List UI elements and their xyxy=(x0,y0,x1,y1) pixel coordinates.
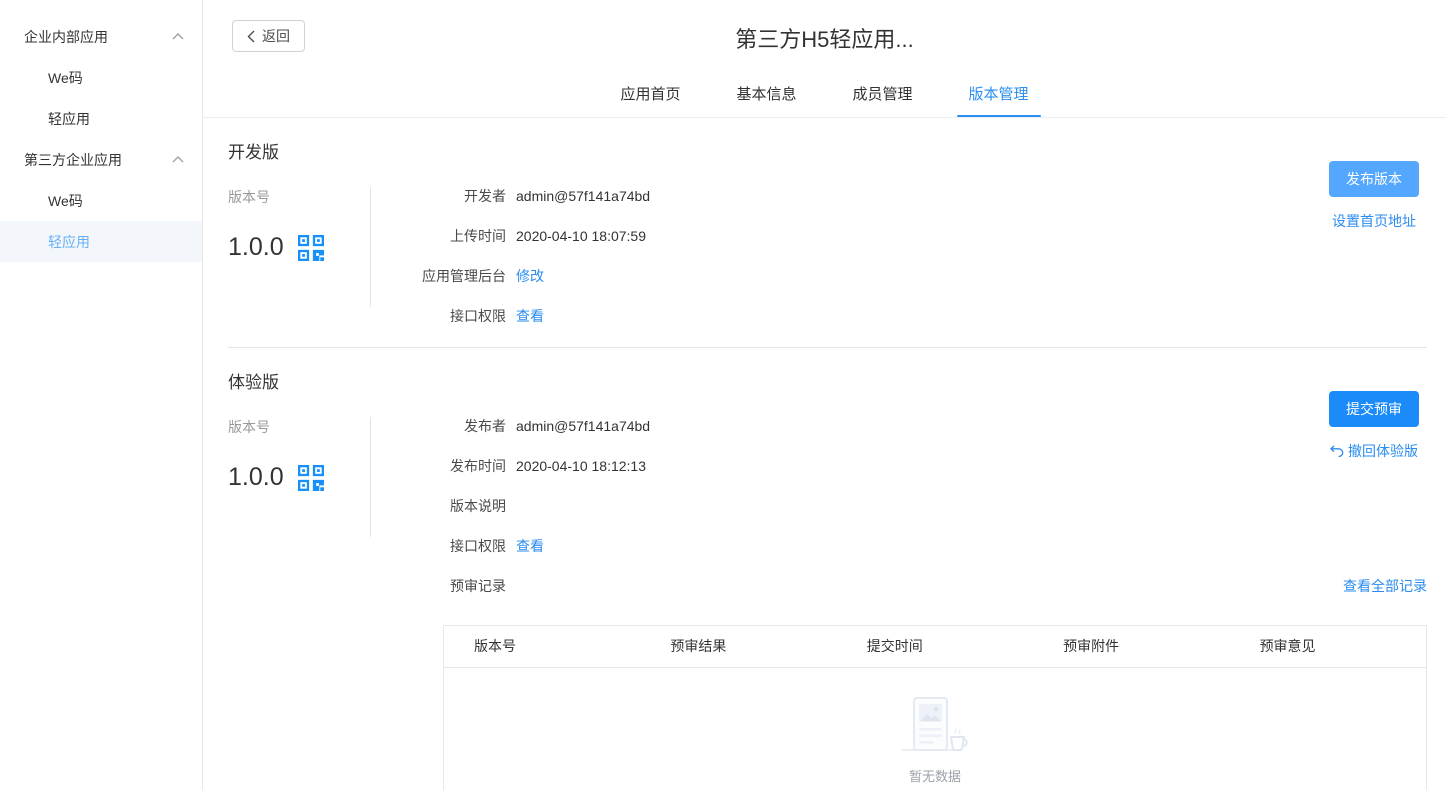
chevron-up-icon xyxy=(172,33,184,40)
sidebar-item-label: 轻应用 xyxy=(48,109,90,129)
qr-code-icon[interactable] xyxy=(298,465,324,491)
field-label: 开发者 xyxy=(371,183,506,210)
version-number-label: 版本号 xyxy=(228,187,370,207)
field-label: 发布时间 xyxy=(371,453,506,480)
sidebar-item-label: We码 xyxy=(48,68,83,88)
set-homepage-link[interactable]: 设置首页地址 xyxy=(1332,211,1416,231)
view-permissions-link[interactable]: 查看 xyxy=(516,303,544,330)
upload-time-value: 2020-04-10 18:07:59 xyxy=(516,223,646,250)
tab-version-management[interactable]: 版本管理 xyxy=(941,77,1057,117)
version-number: 1.0.0 xyxy=(228,233,284,262)
modify-link[interactable]: 修改 xyxy=(516,263,544,290)
review-records-table: 版本号 预审结果 提交时间 预审附件 预审意见 xyxy=(443,625,1427,790)
publish-version-button[interactable]: 发布版本 xyxy=(1329,161,1419,197)
table-header-row: 版本号 预审结果 提交时间 预审附件 预审意见 xyxy=(444,626,1426,667)
sidebar-group-label: 第三方企业应用 xyxy=(24,150,122,170)
exp-details: 发布者 admin@57f141a74bd 发布时间 2020-04-10 18:1… xyxy=(371,413,1446,613)
field-label: 版本说明 xyxy=(371,493,506,520)
empty-state: 暂无数据 xyxy=(444,667,1426,790)
version-number: 1.0.0 xyxy=(228,463,284,492)
field-label: 上传时间 xyxy=(371,223,506,250)
sidebar-item-lightapp-thirdparty[interactable]: 轻应用 xyxy=(0,221,202,262)
page-header: 返回 第三方H5轻应用... 应用首页 基本信息 成员管理 版本管理 xyxy=(203,0,1446,118)
no-data-illustration-icon xyxy=(890,695,980,757)
version-number-label: 版本号 xyxy=(228,417,370,437)
sidebar-item-lightapp-internal[interactable]: 轻应用 xyxy=(0,98,202,139)
field-label: 接口权限 xyxy=(371,533,506,560)
sidebar-item-label: 轻应用 xyxy=(48,232,90,252)
field-label: 接口权限 xyxy=(371,303,506,330)
empty-text: 暂无数据 xyxy=(444,766,1426,785)
sidebar-group-label: 企业内部应用 xyxy=(24,27,108,47)
col-review-result: 预审结果 xyxy=(640,626,836,667)
app-window: 企业内部应用 We码 轻应用 第三方企业应用 We码 轻应用 xyxy=(0,0,1446,790)
main-content: 返回 第三方H5轻应用... 应用首页 基本信息 成员管理 版本管理 开发版 版… xyxy=(203,0,1446,790)
sidebar-item-label: We码 xyxy=(48,191,83,211)
publish-time-value: 2020-04-10 18:12:13 xyxy=(516,453,646,480)
dev-version-section: 开发版 版本号 1.0.0 xyxy=(203,118,1446,343)
sidebar-group-thirdparty-apps[interactable]: 第三方企业应用 xyxy=(0,139,202,180)
sidebar-item-weima-thirdparty[interactable]: We码 xyxy=(0,180,202,221)
sidebar-group-internal-apps[interactable]: 企业内部应用 xyxy=(0,16,202,57)
experience-version-section: 体验版 版本号 1.0.0 xyxy=(203,348,1446,790)
submit-review-button[interactable]: 提交预审 xyxy=(1329,391,1419,427)
dev-details: 开发者 admin@57f141a74bd 上传时间 2020-04-10 18:0… xyxy=(371,183,1446,343)
tab-basic-info[interactable]: 基本信息 xyxy=(708,77,824,117)
withdraw-experience-link[interactable]: 撤回体验版 xyxy=(1348,441,1418,461)
field-label: 发布者 xyxy=(371,413,506,440)
version-column: 版本号 1.0.0 xyxy=(228,413,370,613)
version-column: 版本号 1.0.0 xyxy=(228,183,370,343)
view-all-records-link[interactable]: 查看全部记录 xyxy=(1343,573,1427,600)
view-permissions-link[interactable]: 查看 xyxy=(516,533,544,560)
dev-actions: 发布版本 设置首页地址 xyxy=(1319,161,1429,231)
tab-bar: 应用首页 基本信息 成员管理 版本管理 xyxy=(203,77,1446,117)
chevron-up-icon xyxy=(172,156,184,163)
sidebar: 企业内部应用 We码 轻应用 第三方企业应用 We码 轻应用 xyxy=(0,0,203,790)
exp-actions: 提交预审 撤回体验版 xyxy=(1319,391,1429,461)
sidebar-item-weima-internal[interactable]: We码 xyxy=(0,57,202,98)
col-review-attachment: 预审附件 xyxy=(1033,626,1229,667)
section-title: 开发版 xyxy=(228,138,1446,163)
page-title: 第三方H5轻应用... xyxy=(203,22,1446,54)
tab-app-home[interactable]: 应用首页 xyxy=(592,77,708,117)
field-label: 预审记录 xyxy=(371,573,506,600)
publisher-value: admin@57f141a74bd xyxy=(516,413,650,440)
tab-member-management[interactable]: 成员管理 xyxy=(825,77,941,117)
col-version: 版本号 xyxy=(444,626,640,667)
section-title: 体验版 xyxy=(228,368,1446,393)
field-label: 应用管理后台 xyxy=(371,263,506,290)
qr-code-icon[interactable] xyxy=(298,235,324,261)
undo-icon xyxy=(1330,445,1344,457)
developer-value: admin@57f141a74bd xyxy=(516,183,650,210)
col-review-opinion: 预审意见 xyxy=(1230,626,1426,667)
col-submit-time: 提交时间 xyxy=(837,626,1033,667)
